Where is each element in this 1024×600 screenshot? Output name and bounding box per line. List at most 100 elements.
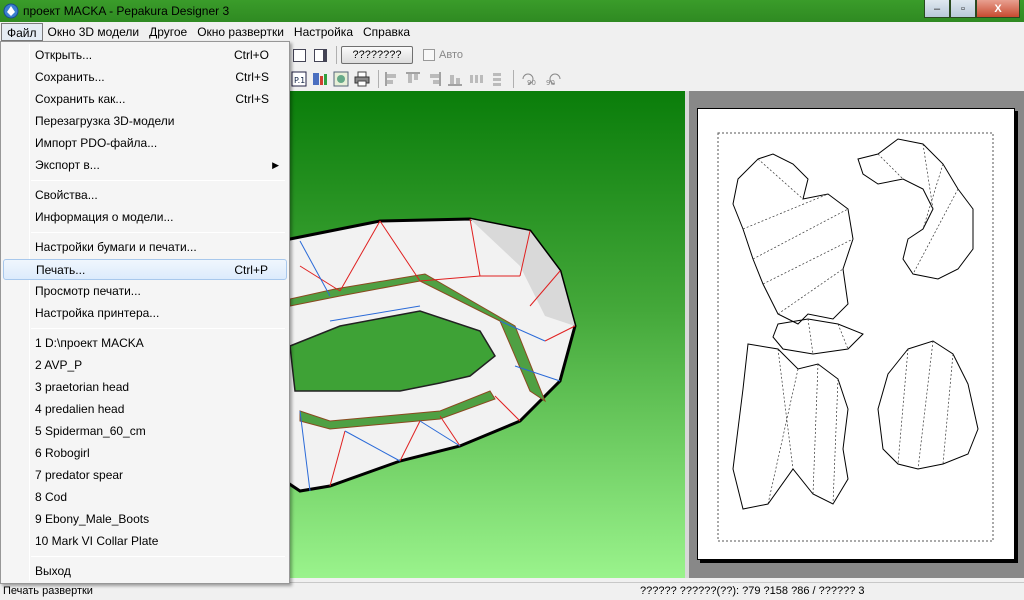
distribute-v-icon[interactable] [488,70,506,88]
close-button[interactable]: X [976,0,1020,18]
menu-printer-label: Настройка принтера... [35,306,160,320]
rotate-left-icon[interactable]: 90 [518,70,540,88]
recent-file-item[interactable]: 1 D:\проект MACKA [3,333,287,354]
menu-exit-label: Выход [35,564,71,578]
rotate-right-icon[interactable]: 90 [543,70,565,88]
menu-exit[interactable]: Выход [3,561,287,582]
minimize-button[interactable]: ‒ [924,0,950,18]
menu-open[interactable]: Открыть... Ctrl+O [3,45,287,66]
menu-separator [31,556,285,557]
menu-paper-label: Настройки бумаги и печати... [35,240,197,254]
submenu-arrow-icon: ▶ [272,160,279,170]
maximize-button[interactable]: ▫ [950,0,976,18]
menu-export[interactable]: Экспорт в... ▶ [3,155,287,176]
menu-3d-window[interactable]: Окно 3D модели [43,23,145,41]
auto-label: Авто [439,49,463,61]
menu-model-info[interactable]: Информация о модели... [3,207,287,228]
menu-properties[interactable]: Свойства... [3,185,287,206]
menu-separator [31,232,285,233]
menu-model-info-label: Информация о модели... [35,210,174,224]
recent-file-label: 7 predator spear [35,468,124,482]
menu-import-pdo[interactable]: Импорт PDO-файла... [3,133,287,154]
texture-icon[interactable] [332,70,350,88]
rotate-right-label: 90 [546,79,555,87]
menu-save-label: Сохранить... [35,70,105,84]
align-right-icon[interactable] [425,70,443,88]
menu-import-label: Импорт PDO-файла... [35,136,158,150]
menu-paper-settings[interactable]: Настройки бумаги и печати... [3,237,287,258]
save-layout-icon[interactable] [311,70,329,88]
distribute-h-icon[interactable] [467,70,485,88]
shortcut-label: Ctrl+P [234,263,268,277]
shortcut-label: Ctrl+S [235,92,269,106]
recent-file-label: 4 predalien head [35,402,125,416]
recent-file-label: 6 Robogirl [35,446,90,460]
menu-separator [31,328,285,329]
menu-save-as[interactable]: Сохранить как... Ctrl+S [3,89,287,110]
recent-file-item[interactable]: 7 predator spear [3,465,287,486]
recent-file-label: 3 praetorian head [35,380,130,394]
menu-print-preview[interactable]: Просмотр печати... [3,281,287,302]
toolbar-separator [513,70,514,88]
recent-file-label: 1 D:\проект MACKA [35,336,144,350]
menu-print[interactable]: Печать... Ctrl+P [3,259,287,280]
recent-file-item[interactable]: 8 Cod [3,487,287,508]
checkbox-icon[interactable] [423,49,435,61]
svg-text:P.1: P.1 [294,76,305,85]
recent-file-item[interactable]: 3 praetorian head [3,377,287,398]
menu-bar: Файл Окно 3D модели Другое Окно развертк… [0,22,1024,41]
menu-help[interactable]: Справка [358,23,415,41]
view-single-icon[interactable] [290,46,308,64]
status-info: ?????? ??????(??): ?79 ?158 ?86 / ??????… [640,585,865,597]
align-left-icon[interactable] [383,70,401,88]
view-split-icon[interactable] [311,46,329,64]
print-page[interactable] [697,108,1015,560]
align-top-icon[interactable] [404,70,422,88]
page-number-icon[interactable]: P.1 [290,70,308,88]
unfolded-parts[interactable] [698,109,1016,561]
recent-file-label: 9 Ebony_Male_Boots [35,512,150,526]
recent-file-item[interactable]: 6 Robogirl [3,443,287,464]
menu-properties-label: Свойства... [35,188,98,202]
menu-export-label: Экспорт в... [35,158,100,172]
rotate-left-label: 90 [527,79,536,87]
file-menu-dropdown: Открыть... Ctrl+O Сохранить... Ctrl+S Сохр… [0,41,290,584]
menu-settings[interactable]: Настройка [289,23,358,41]
menu-preview-label: Просмотр печати... [35,284,141,298]
recent-file-item[interactable]: 2 AVP_P [3,355,287,376]
menu-save-as-label: Сохранить как... [35,92,126,106]
recent-file-item[interactable]: 10 Mark VI Collar Plate [3,531,287,552]
menu-open-label: Открыть... [35,48,93,62]
align-bottom-icon[interactable] [446,70,464,88]
recent-file-item[interactable]: 5 Spiderman_60_cm [3,421,287,442]
toolbar-row-1: ???????? Авто [290,44,463,66]
menu-reload-model[interactable]: Перезагрузка 3D-модели [3,111,287,132]
menu-reload-label: Перезагрузка 3D-модели [35,114,175,128]
menu-unfold-window[interactable]: Окно развертки [192,23,289,41]
menu-separator [31,180,285,181]
menu-print-label: Печать... [36,263,86,277]
recent-file-label: 5 Spiderman_60_cm [35,424,146,438]
menu-printer-setup[interactable]: Настройка принтера... [3,303,287,324]
menu-other[interactable]: Другое [144,23,192,41]
status-message: Печать развертки [3,585,93,597]
recent-file-label: 8 Cod [35,490,68,504]
recent-file-item[interactable]: 9 Ebony_Male_Boots [3,509,287,530]
menu-file[interactable]: Файл [1,22,43,41]
recent-file-item[interactable]: 4 predalien head [3,399,287,420]
auto-checkbox[interactable]: Авто [423,49,463,61]
window-title: проект MACKA - Pepakura Designer 3 [23,4,230,18]
toolbar-separator [336,46,337,64]
print-icon[interactable] [353,70,371,88]
title-bar: проект MACKA - Pepakura Designer 3 ‒ ▫ X [0,0,1024,22]
unfold-button[interactable]: ???????? [341,46,413,64]
shortcut-label: Ctrl+O [233,48,269,62]
toolbar-separator [378,70,379,88]
shortcut-label: Ctrl+S [235,70,269,84]
toolbar-row-2: P.1 90 90 [290,68,568,90]
menu-save[interactable]: Сохранить... Ctrl+S [3,67,287,88]
recent-file-label: 10 Mark VI Collar Plate [35,534,159,548]
app-icon[interactable] [3,3,19,19]
recent-file-label: 2 AVP_P [35,358,83,372]
window-controls: ‒ ▫ X [924,0,1020,18]
